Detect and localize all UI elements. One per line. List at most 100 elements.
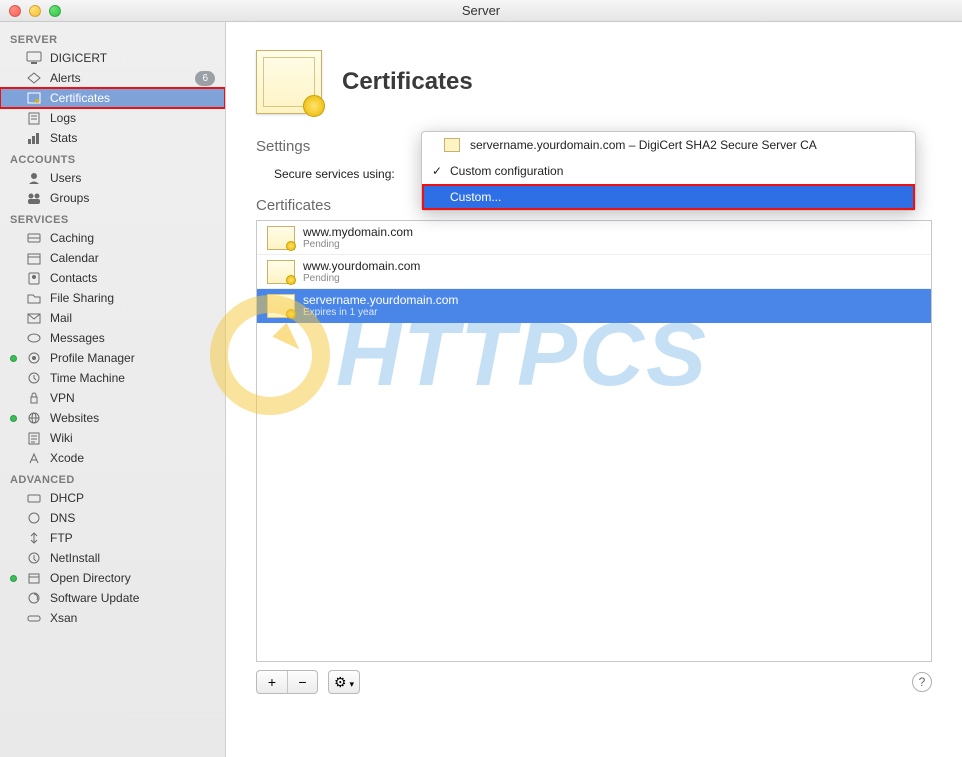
fileshare-icon	[26, 291, 42, 305]
stats-icon	[26, 131, 42, 145]
sidebar-item-open-directory[interactable]: Open Directory	[0, 568, 225, 588]
certificate-name: www.mydomain.com	[303, 225, 413, 239]
sidebar-item-label: Stats	[50, 131, 215, 145]
wiki-icon	[26, 431, 42, 445]
sidebar-item-label: Caching	[50, 231, 215, 245]
sidebar-item-label: Calendar	[50, 251, 215, 265]
user-icon	[26, 171, 42, 185]
action-menu[interactable]: ⚙▾	[328, 670, 360, 694]
sidebar-item-file-sharing[interactable]: File Sharing	[0, 288, 225, 308]
sidebar-item-label: Time Machine	[50, 371, 215, 385]
help-button[interactable]: ?	[912, 672, 932, 692]
sidebar-item-label: DNS	[50, 511, 215, 525]
sidebar-item-software-update[interactable]: Software Update	[0, 588, 225, 608]
certificate-name: servername.yourdomain.com	[303, 293, 458, 307]
sidebar-item-users[interactable]: Users	[0, 168, 225, 188]
sidebar-item-xsan[interactable]: Xsan	[0, 608, 225, 628]
sidebar-item-websites[interactable]: Websites	[0, 408, 225, 428]
sidebar-item-logs[interactable]: Logs	[0, 108, 225, 128]
timemachine-icon	[26, 371, 42, 385]
sidebar-section-services: SERVICES	[0, 208, 225, 228]
certificate-row[interactable]: www.mydomain.comPending	[257, 221, 931, 255]
gear-icon[interactable]: ⚙▾	[329, 671, 359, 693]
sidebar-item-label: DHCP	[50, 491, 215, 505]
sidebar-item-label: VPN	[50, 391, 215, 405]
sidebar-item-label: Open Directory	[50, 571, 215, 585]
calendar-icon	[26, 251, 42, 265]
certificates-list[interactable]: www.mydomain.comPendingwww.yourdomain.co…	[256, 220, 932, 662]
sidebar-section-server: SERVER	[0, 28, 225, 48]
sidebar-item-caching[interactable]: Caching	[0, 228, 225, 248]
remove-button[interactable]: −	[287, 671, 317, 693]
sidebar-item-ftp[interactable]: FTP	[0, 528, 225, 548]
sidebar-item-profile-manager[interactable]: Profile Manager	[0, 348, 225, 368]
sidebar-item-messages[interactable]: Messages	[0, 328, 225, 348]
sidebar-item-label: Groups	[50, 191, 215, 205]
dropdown-option[interactable]: servername.yourdomain.com – DigiCert SHA…	[422, 132, 915, 158]
sidebar-item-label: Users	[50, 171, 215, 185]
caching-icon	[26, 231, 42, 245]
monitor-icon	[26, 51, 42, 65]
dhcp-icon	[26, 491, 42, 505]
dropdown-option-label: Custom...	[450, 190, 501, 204]
sidebar-item-label: Websites	[50, 411, 215, 425]
dns-icon	[26, 511, 42, 525]
sidebar-item-label: FTP	[50, 531, 215, 545]
sidebar-item-label: Logs	[50, 111, 215, 125]
sidebar-item-dns[interactable]: DNS	[0, 508, 225, 528]
badge: 6	[195, 71, 215, 86]
certificate-row[interactable]: servername.yourdomain.comExpires in 1 ye…	[257, 289, 931, 323]
sidebar-section-accounts: ACCOUNTS	[0, 148, 225, 168]
certificate-icon	[267, 226, 295, 250]
sidebar-item-vpn[interactable]: VPN	[0, 388, 225, 408]
sidebar-item-time-machine[interactable]: Time Machine	[0, 368, 225, 388]
certificate-icon	[256, 50, 322, 114]
swupdate-icon	[26, 591, 42, 605]
certificate-icon	[444, 138, 460, 152]
sidebar-item-label: Xcode	[50, 451, 215, 465]
group-icon	[26, 191, 42, 205]
sidebar-item-xcode[interactable]: Xcode	[0, 448, 225, 468]
sidebar-item-calendar[interactable]: Calendar	[0, 248, 225, 268]
alert-icon	[26, 71, 42, 85]
dropdown-option-label: Custom configuration	[450, 164, 563, 178]
sidebar-item-wiki[interactable]: Wiki	[0, 428, 225, 448]
add-button[interactable]: +	[257, 671, 287, 693]
contacts-icon	[26, 271, 42, 285]
page-title: Certificates	[342, 68, 473, 96]
dropdown-option-label: servername.yourdomain.com – DigiCert SHA…	[470, 138, 817, 152]
secure-services-dropdown[interactable]: servername.yourdomain.com – DigiCert SHA…	[421, 131, 916, 211]
sidebar-item-label: Mail	[50, 311, 215, 325]
sidebar-item-dhcp[interactable]: DHCP	[0, 488, 225, 508]
sidebar-item-label: Xsan	[50, 611, 215, 625]
sidebar-item-contacts[interactable]: Contacts	[0, 268, 225, 288]
opendir-icon	[26, 571, 42, 585]
cert-icon	[26, 91, 42, 105]
dropdown-option[interactable]: ✓ Custom configuration	[422, 158, 915, 184]
vpn-icon	[26, 391, 42, 405]
certificate-name: www.yourdomain.com	[303, 259, 420, 273]
profile-icon	[26, 351, 42, 365]
sidebar-item-label: File Sharing	[50, 291, 215, 305]
mail-icon	[26, 311, 42, 325]
sidebar-item-digicert[interactable]: DIGICERT	[0, 48, 225, 68]
sidebar-item-label: NetInstall	[50, 551, 215, 565]
secure-services-label: Secure services using:	[274, 167, 395, 181]
sidebar-item-netinstall[interactable]: NetInstall	[0, 548, 225, 568]
xcode-icon	[26, 451, 42, 465]
dropdown-option[interactable]: Custom...	[422, 184, 915, 210]
netinstall-icon	[26, 551, 42, 565]
messages-icon	[26, 331, 42, 345]
checkmark-icon: ✓	[432, 164, 442, 178]
sidebar-item-label: Certificates	[50, 91, 215, 105]
sidebar-item-certificates[interactable]: Certificates	[0, 88, 225, 108]
sidebar-item-stats[interactable]: Stats	[0, 128, 225, 148]
sidebar-item-mail[interactable]: Mail	[0, 308, 225, 328]
ftp-icon	[26, 531, 42, 545]
sidebar-item-alerts[interactable]: Alerts6	[0, 68, 225, 88]
certificate-row[interactable]: www.yourdomain.comPending	[257, 255, 931, 289]
websites-icon	[26, 411, 42, 425]
status-dot-icon	[10, 575, 17, 582]
certificate-status: Pending	[303, 239, 413, 251]
sidebar-item-groups[interactable]: Groups	[0, 188, 225, 208]
